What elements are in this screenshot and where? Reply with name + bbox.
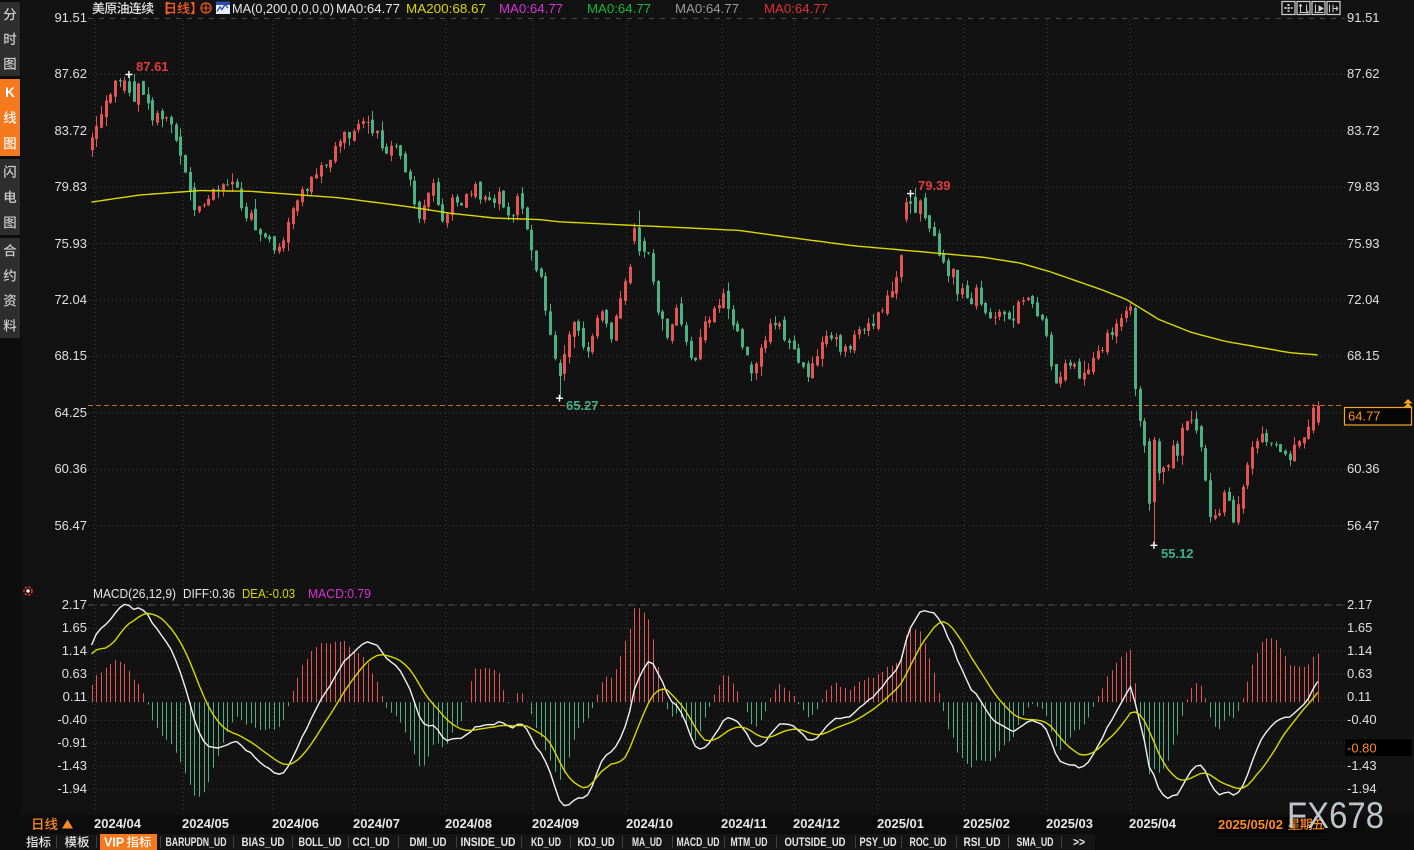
- svg-text:2024/05: 2024/05: [182, 816, 229, 831]
- svg-text:75.93: 75.93: [54, 236, 87, 251]
- svg-text:-0.80: -0.80: [1347, 741, 1377, 756]
- svg-text:1.14: 1.14: [1347, 643, 1372, 658]
- svg-text:2025/05/02: 2025/05/02: [1218, 817, 1283, 832]
- svg-text:MA0:64.77: MA0:64.77: [764, 1, 828, 16]
- svg-text:79.83: 79.83: [1347, 179, 1380, 194]
- svg-text:INSIDE_UD: INSIDE_UD: [461, 837, 516, 849]
- svg-text:FX678: FX678: [1287, 795, 1384, 836]
- svg-text:60.36: 60.36: [1347, 461, 1380, 476]
- svg-text:2024/12: 2024/12: [793, 816, 840, 831]
- svg-text:2024/08: 2024/08: [445, 816, 492, 831]
- svg-text:KD_UD: KD_UD: [531, 837, 561, 849]
- svg-text:64.77: 64.77: [1348, 409, 1381, 424]
- svg-text:0.63: 0.63: [1347, 666, 1372, 681]
- svg-text:MA_UD: MA_UD: [632, 837, 662, 849]
- svg-text:64.25: 64.25: [54, 405, 87, 420]
- svg-text:DIFF:0.36: DIFF:0.36: [183, 586, 235, 601]
- svg-text:-0.91: -0.91: [57, 735, 87, 750]
- svg-text:0.63: 0.63: [62, 666, 87, 681]
- svg-text:55.12: 55.12: [1161, 546, 1194, 561]
- svg-text:-0.40: -0.40: [1347, 712, 1377, 727]
- svg-text:68.15: 68.15: [1347, 348, 1380, 363]
- svg-text:KDJ_UD: KDJ_UD: [578, 837, 615, 849]
- svg-text:2025/01: 2025/01: [877, 816, 924, 831]
- svg-text:2.17: 2.17: [1347, 597, 1372, 612]
- svg-text:-1.43: -1.43: [57, 758, 87, 773]
- svg-text:-1.94: -1.94: [1347, 781, 1377, 796]
- svg-text:2024/06: 2024/06: [272, 816, 319, 831]
- svg-text:1.65: 1.65: [62, 620, 87, 635]
- svg-text:72.04: 72.04: [1347, 292, 1380, 307]
- svg-text:1.14: 1.14: [62, 643, 87, 658]
- svg-text:VIP: VIP: [104, 836, 124, 850]
- svg-text:91.51: 91.51: [54, 10, 87, 25]
- svg-text:OUTSIDE_UD: OUTSIDE_UD: [785, 837, 846, 849]
- svg-text:2025/04: 2025/04: [1129, 816, 1177, 831]
- svg-text:2025/03: 2025/03: [1046, 816, 1093, 831]
- svg-text:83.72: 83.72: [1347, 123, 1380, 138]
- svg-text:CCI_UD: CCI_UD: [353, 837, 390, 849]
- svg-text:0.11: 0.11: [1347, 689, 1371, 704]
- svg-text:-1.43: -1.43: [1347, 758, 1377, 773]
- svg-text:ROC_UD: ROC_UD: [910, 837, 947, 849]
- svg-text:MACD(26,12,9): MACD(26,12,9): [93, 586, 176, 601]
- svg-text:2.17: 2.17: [62, 597, 87, 612]
- svg-text:PSY_UD: PSY_UD: [860, 837, 897, 849]
- svg-text:MA(0,200,0,0,0,0): MA(0,200,0,0,0,0): [232, 1, 334, 16]
- svg-text:DMI_UD: DMI_UD: [410, 837, 447, 849]
- svg-text:-0.40: -0.40: [57, 712, 87, 727]
- svg-text:MA0:64.77: MA0:64.77: [336, 1, 400, 16]
- svg-text:MA0:64.77: MA0:64.77: [499, 1, 563, 16]
- svg-text:MACD:0.79: MACD:0.79: [308, 586, 371, 601]
- svg-text:BOLL_UD: BOLL_UD: [299, 837, 342, 849]
- svg-text:75.93: 75.93: [1347, 236, 1380, 251]
- svg-text:2024/11: 2024/11: [721, 816, 767, 831]
- svg-text:2024/04: 2024/04: [94, 816, 142, 831]
- svg-text:MACD_UD: MACD_UD: [677, 837, 720, 849]
- svg-text:56.47: 56.47: [54, 518, 87, 533]
- svg-text:MA200:68.67: MA200:68.67: [406, 1, 486, 16]
- svg-text:79.83: 79.83: [54, 179, 87, 194]
- svg-text:BIAS_UD: BIAS_UD: [242, 837, 285, 849]
- svg-text:2024/07: 2024/07: [353, 816, 400, 831]
- svg-text:79.39: 79.39: [918, 178, 951, 193]
- svg-text:68.15: 68.15: [54, 348, 87, 363]
- svg-text:83.72: 83.72: [54, 123, 87, 138]
- svg-text:BARUPDN_UD: BARUPDN_UD: [166, 837, 227, 849]
- svg-text:87.62: 87.62: [1347, 66, 1380, 81]
- svg-text:2025/02: 2025/02: [963, 816, 1010, 831]
- svg-text:56.47: 56.47: [1347, 518, 1380, 533]
- svg-text:87.62: 87.62: [54, 66, 87, 81]
- svg-text:2024/09: 2024/09: [532, 816, 579, 831]
- svg-text:-1.94: -1.94: [57, 781, 87, 796]
- svg-text:60.36: 60.36: [54, 461, 87, 476]
- svg-text:65.27: 65.27: [566, 398, 599, 413]
- svg-text:91.51: 91.51: [1347, 10, 1380, 25]
- svg-text:1.65: 1.65: [1347, 620, 1372, 635]
- svg-text:DEA:-0.03: DEA:-0.03: [242, 586, 295, 601]
- svg-text:K: K: [5, 85, 15, 100]
- svg-text:87.61: 87.61: [136, 59, 169, 74]
- svg-text:SMA_UD: SMA_UD: [1017, 837, 1054, 849]
- svg-text:MTM_UD: MTM_UD: [731, 837, 768, 849]
- svg-text:RSI_UD: RSI_UD: [964, 837, 1001, 849]
- svg-text:2024/10: 2024/10: [626, 816, 673, 831]
- svg-text:0.11: 0.11: [63, 689, 87, 704]
- svg-text:MA0:64.77: MA0:64.77: [587, 1, 651, 16]
- svg-text:72.04: 72.04: [54, 292, 87, 307]
- svg-text:MA0:64.77: MA0:64.77: [675, 1, 739, 16]
- svg-text:>>: >>: [1073, 837, 1085, 849]
